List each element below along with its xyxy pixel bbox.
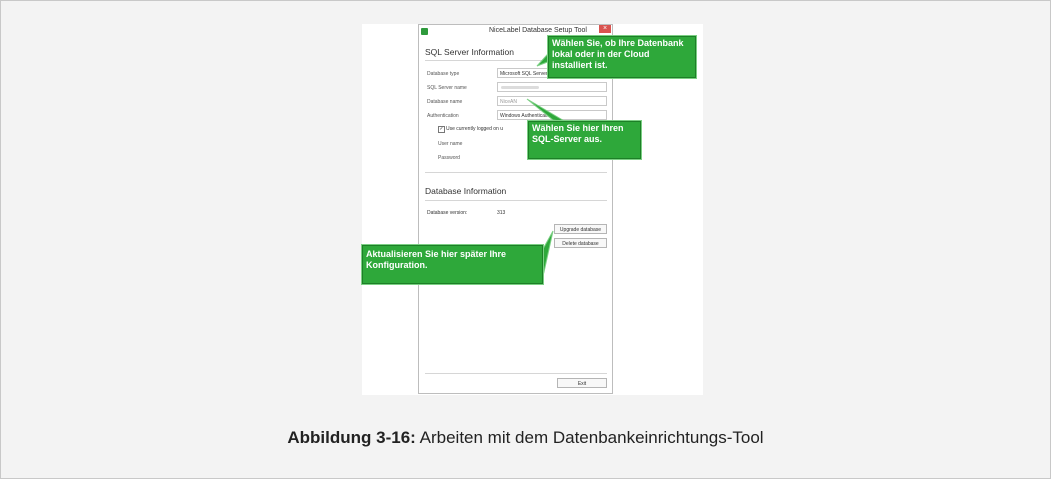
app-logo-icon	[421, 28, 428, 35]
database-type-select[interactable]: Microsoft SQL Server	[497, 68, 549, 78]
database-name-label: Database name	[427, 99, 463, 105]
database-type-label: Database type	[427, 71, 460, 77]
window-title: NiceLabel Database Setup Tool	[489, 27, 587, 34]
callout-sql-server: Wählen Sie hier Ihren SQL-Server aus.	[527, 120, 642, 160]
figure-caption: Abbildung 3-16: Arbeiten mit dem Datenba…	[0, 428, 1051, 448]
setup-tool-window: NiceLabel Database Setup Tool × SQL Serv…	[418, 24, 613, 394]
caption-text: Arbeiten mit dem Datenbankeinrichtungs-T…	[415, 428, 764, 447]
caption-label: Abbildung 3-16:	[287, 428, 416, 447]
database-version-label: Database version:	[427, 210, 468, 216]
user-name-label: User name	[438, 141, 463, 147]
authentication-label: Authentication	[427, 113, 459, 119]
exit-button[interactable]: Exit	[557, 378, 607, 388]
database-version-value: 313	[497, 210, 506, 216]
divider	[425, 373, 607, 374]
use-current-user-label: Use currently logged on u	[446, 126, 503, 132]
sql-server-name-field[interactable]	[497, 82, 607, 92]
sql-server-name-label: SQL Server name	[427, 85, 467, 91]
redacted-server-name	[501, 86, 539, 89]
authentication-select[interactable]: Windows Authentication	[497, 110, 607, 120]
screenshot-area: NiceLabel Database Setup Tool × SQL Serv…	[362, 24, 703, 395]
divider	[425, 200, 607, 201]
upgrade-database-button[interactable]: Upgrade database	[554, 224, 607, 234]
callout-update-config: Aktualisieren Sie hier später Ihre Konfi…	[361, 244, 544, 285]
figure-frame: NiceLabel Database Setup Tool × SQL Serv…	[0, 0, 1051, 479]
password-label: Password	[438, 155, 460, 161]
callout-database-location: Wählen Sie, ob Ihre Datenbank lokal oder…	[547, 35, 697, 79]
close-icon[interactable]: ×	[599, 25, 611, 33]
divider	[425, 172, 607, 173]
database-name-field[interactable]: NiceAN	[497, 96, 607, 106]
sql-server-heading: SQL Server Information	[425, 47, 514, 57]
use-current-user-checkbox[interactable]: ✓	[438, 126, 445, 133]
database-info-heading: Database Information	[425, 186, 507, 196]
delete-database-button[interactable]: Delete database	[554, 238, 607, 248]
